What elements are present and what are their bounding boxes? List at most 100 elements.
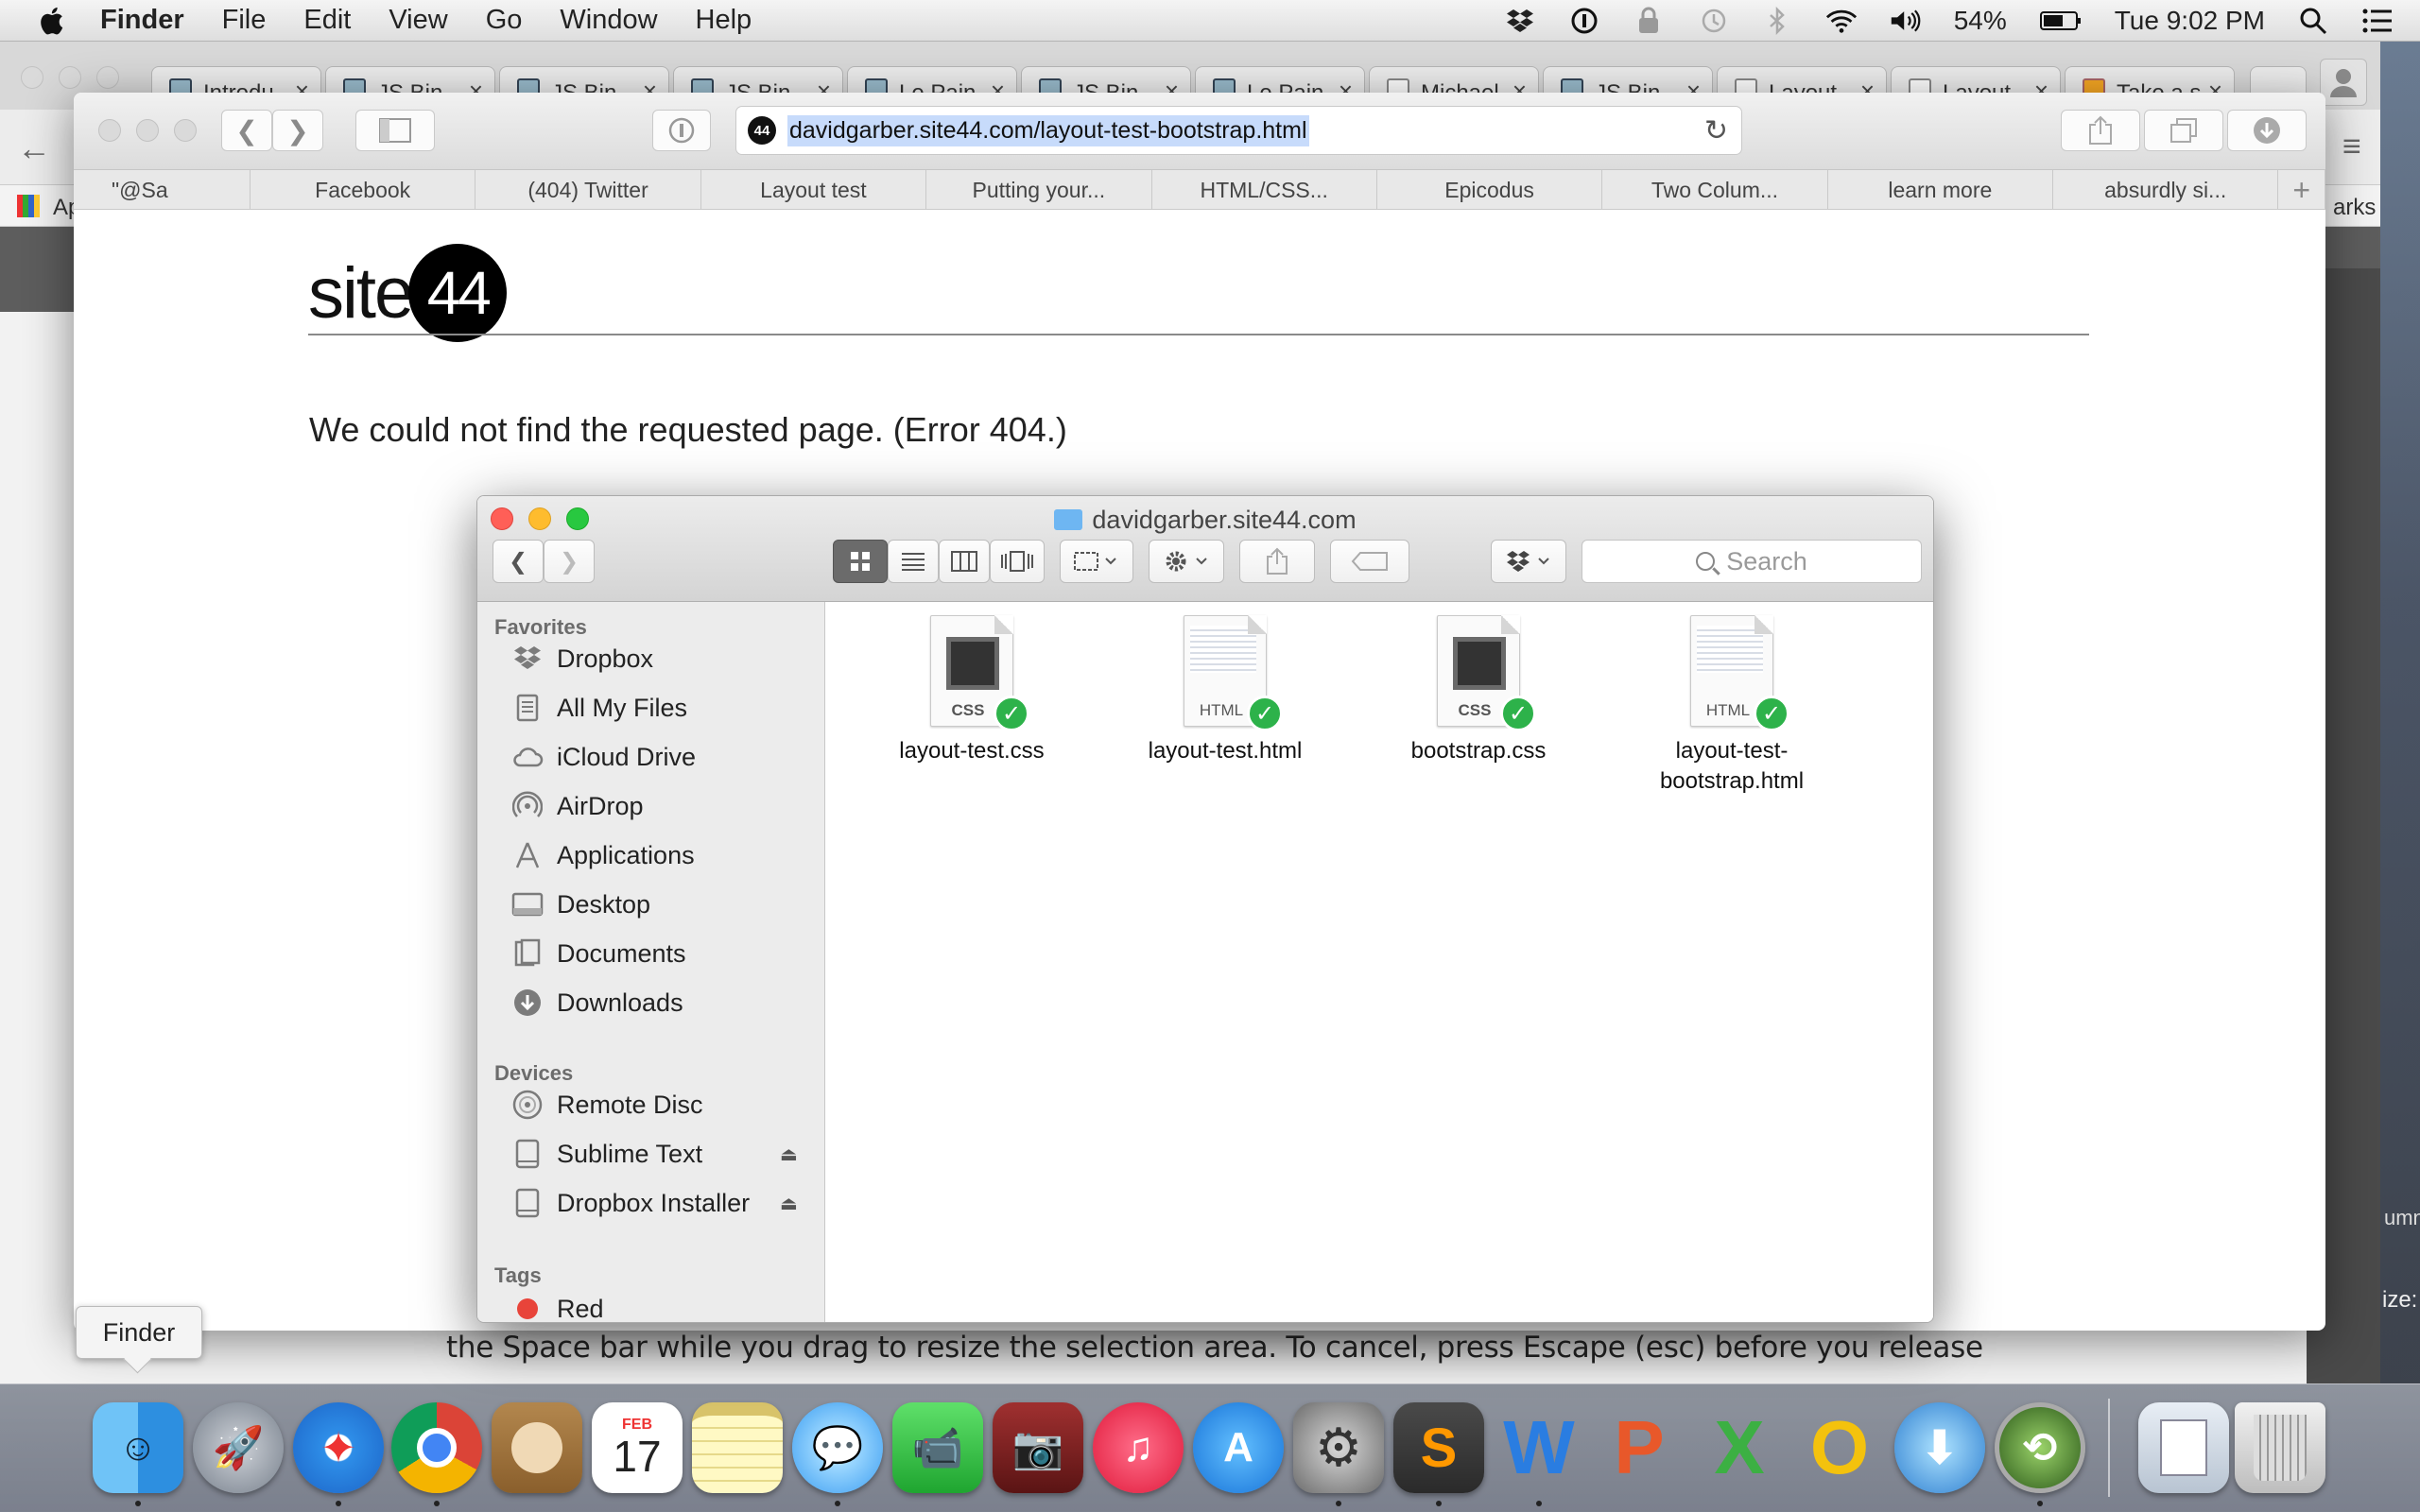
favorite-link[interactable]: Facebook: [251, 170, 476, 210]
notes-dock-icon[interactable]: [692, 1402, 783, 1493]
photo-booth-dock-icon[interactable]: 📷: [993, 1402, 1083, 1493]
search-field[interactable]: Search: [1582, 540, 1922, 583]
outlook-dock-icon[interactable]: O: [1794, 1402, 1885, 1493]
sidebar-item-remote-disc[interactable]: Remote Disc: [511, 1086, 703, 1124]
dropbox-status-icon[interactable]: [1504, 5, 1536, 37]
volume-icon[interactable]: [1890, 5, 1922, 37]
file-item[interactable]: HTML ✓ layout-test.html: [1116, 615, 1334, 765]
eject-icon[interactable]: ⏏: [780, 1192, 798, 1215]
system-preferences-dock-icon[interactable]: ⚙: [1293, 1402, 1384, 1493]
favorite-link[interactable]: Epicodus: [1377, 170, 1603, 210]
sidebar-item-downloads[interactable]: Downloads: [511, 984, 683, 1022]
address-url[interactable]: davidgarber.site44.com/layout-test-boots…: [787, 114, 1309, 146]
menu-edit[interactable]: Edit: [303, 5, 351, 36]
sidebar-item-dropbox[interactable]: Dropbox: [511, 640, 653, 678]
documents-stack-dock-icon[interactable]: [2138, 1402, 2229, 1493]
finder-dock-icon[interactable]: ☺: [93, 1402, 183, 1493]
other-bookmarks[interactable]: arks: [2333, 195, 2376, 221]
time-machine-icon[interactable]: [1697, 5, 1729, 37]
sidebar-item-sublime-text[interactable]: Sublime Text ⏏: [511, 1135, 798, 1173]
app-store-dock-icon[interactable]: A: [1193, 1402, 1284, 1493]
dropbox-installer-dock-icon[interactable]: ⬇: [1894, 1402, 1985, 1493]
menu-clock[interactable]: Tue 9:02 PM: [2115, 6, 2265, 36]
back-button[interactable]: ❮: [493, 540, 544, 583]
time-machine-dock-icon[interactable]: ⟲: [1995, 1402, 2085, 1493]
excel-dock-icon[interactable]: X: [1694, 1402, 1785, 1493]
sidebar-item-icloud-drive[interactable]: iCloud Drive: [511, 738, 696, 776]
sidebar-item-all-my-files[interactable]: All My Files: [511, 689, 687, 727]
favorite-link[interactable]: Putting your...: [926, 170, 1152, 210]
icon-view-button[interactable]: [833, 540, 888, 583]
safari-back-button[interactable]: ❮: [221, 110, 272, 151]
safari-tabs-button[interactable]: [2144, 110, 2223, 151]
safari-sidebar-button[interactable]: [355, 110, 435, 151]
menu-file[interactable]: File: [222, 5, 267, 36]
tags-button[interactable]: [1330, 540, 1409, 583]
sidebar-item-applications[interactable]: Applications: [511, 836, 695, 874]
chrome-dock-icon[interactable]: [391, 1402, 482, 1493]
column-view-button[interactable]: [939, 540, 990, 583]
word-dock-icon[interactable]: W: [1494, 1402, 1584, 1493]
arrange-button[interactable]: [1060, 540, 1133, 583]
eject-icon[interactable]: ⏏: [780, 1143, 798, 1166]
launchpad-dock-icon[interactable]: 🚀: [193, 1402, 284, 1493]
wifi-icon[interactable]: [1825, 5, 1858, 37]
sidebar-item-dropbox-installer[interactable]: Dropbox Installer ⏏: [511, 1184, 798, 1222]
battery-percent[interactable]: 54%: [1954, 6, 2007, 36]
file-item[interactable]: CSS ✓ layout-test.css: [863, 615, 1080, 765]
sublime-text-dock-icon[interactable]: S: [1393, 1402, 1484, 1493]
safari-dock-icon[interactable]: ✦: [293, 1402, 384, 1493]
safari-zoom-button[interactable]: [174, 119, 197, 142]
coverflow-view-button[interactable]: [990, 540, 1045, 583]
spotlight-icon[interactable]: [2297, 5, 2329, 37]
trash-dock-icon[interactable]: [2235, 1402, 2325, 1493]
chrome-zoom-button[interactable]: [96, 66, 119, 89]
safari-reader-button[interactable]: [652, 110, 711, 151]
bluetooth-icon[interactable]: [1761, 5, 1793, 37]
chrome-back-icon[interactable]: ←: [17, 129, 51, 168]
menu-app-name[interactable]: Finder: [100, 5, 184, 36]
favorite-link[interactable]: Two Colum...: [1602, 170, 1828, 210]
share-button[interactable]: [1239, 540, 1315, 583]
chrome-menu-icon[interactable]: ≡: [2342, 129, 2361, 165]
favorite-link[interactable]: learn more: [1828, 170, 2053, 210]
lock-icon[interactable]: [1633, 5, 1665, 37]
safari-forward-button[interactable]: ❯: [272, 110, 323, 151]
contacts-dock-icon[interactable]: [492, 1402, 582, 1493]
menu-view[interactable]: View: [389, 5, 447, 36]
menu-help[interactable]: Help: [696, 5, 752, 36]
apple-icon[interactable]: [38, 6, 64, 36]
onepassword-icon[interactable]: [1568, 5, 1600, 37]
forward-button[interactable]: ❯: [544, 540, 595, 583]
safari-close-button[interactable]: [98, 119, 121, 142]
file-item[interactable]: CSS ✓ bootstrap.css: [1370, 615, 1587, 765]
sidebar-item-desktop[interactable]: Desktop: [511, 885, 650, 923]
action-button[interactable]: [1149, 540, 1224, 583]
itunes-dock-icon[interactable]: ♫: [1093, 1402, 1184, 1493]
menu-go[interactable]: Go: [486, 5, 523, 36]
chrome-minimize-button[interactable]: [59, 66, 81, 89]
facetime-dock-icon[interactable]: 📹: [892, 1402, 983, 1493]
messages-dock-icon[interactable]: 💬: [792, 1402, 883, 1493]
dropbox-button[interactable]: [1491, 540, 1566, 583]
favorite-link[interactable]: (404) Twitter: [475, 170, 701, 210]
sidebar-tag-red[interactable]: Red: [511, 1290, 604, 1322]
list-view-button[interactable]: [888, 540, 939, 583]
chrome-close-button[interactable]: [21, 66, 43, 89]
calendar-dock-icon[interactable]: FEB 17: [592, 1402, 683, 1493]
safari-minimize-button[interactable]: [136, 119, 159, 142]
add-tab-icon[interactable]: +: [2278, 170, 2325, 210]
file-item[interactable]: HTML ✓ layout-test- bootstrap.html: [1623, 615, 1841, 795]
sidebar-item-documents[interactable]: Documents: [511, 935, 686, 972]
sidebar-item-airdrop[interactable]: AirDrop: [511, 787, 644, 825]
notification-center-icon[interactable]: [2361, 5, 2394, 37]
favorite-link[interactable]: HTML/CSS...: [1152, 170, 1377, 210]
favorite-link[interactable]: absurdly si...: [2053, 170, 2279, 210]
chrome-profile-button[interactable]: [2320, 59, 2367, 106]
favorite-link[interactable]: "@Sa: [74, 170, 251, 210]
favorite-link[interactable]: Layout test: [701, 170, 927, 210]
address-bar[interactable]: 44 davidgarber.site44.com/layout-test-bo…: [735, 106, 1742, 155]
safari-downloads-button[interactable]: [2227, 110, 2307, 151]
menu-window[interactable]: Window: [560, 5, 657, 36]
safari-share-button[interactable]: [2061, 110, 2140, 151]
